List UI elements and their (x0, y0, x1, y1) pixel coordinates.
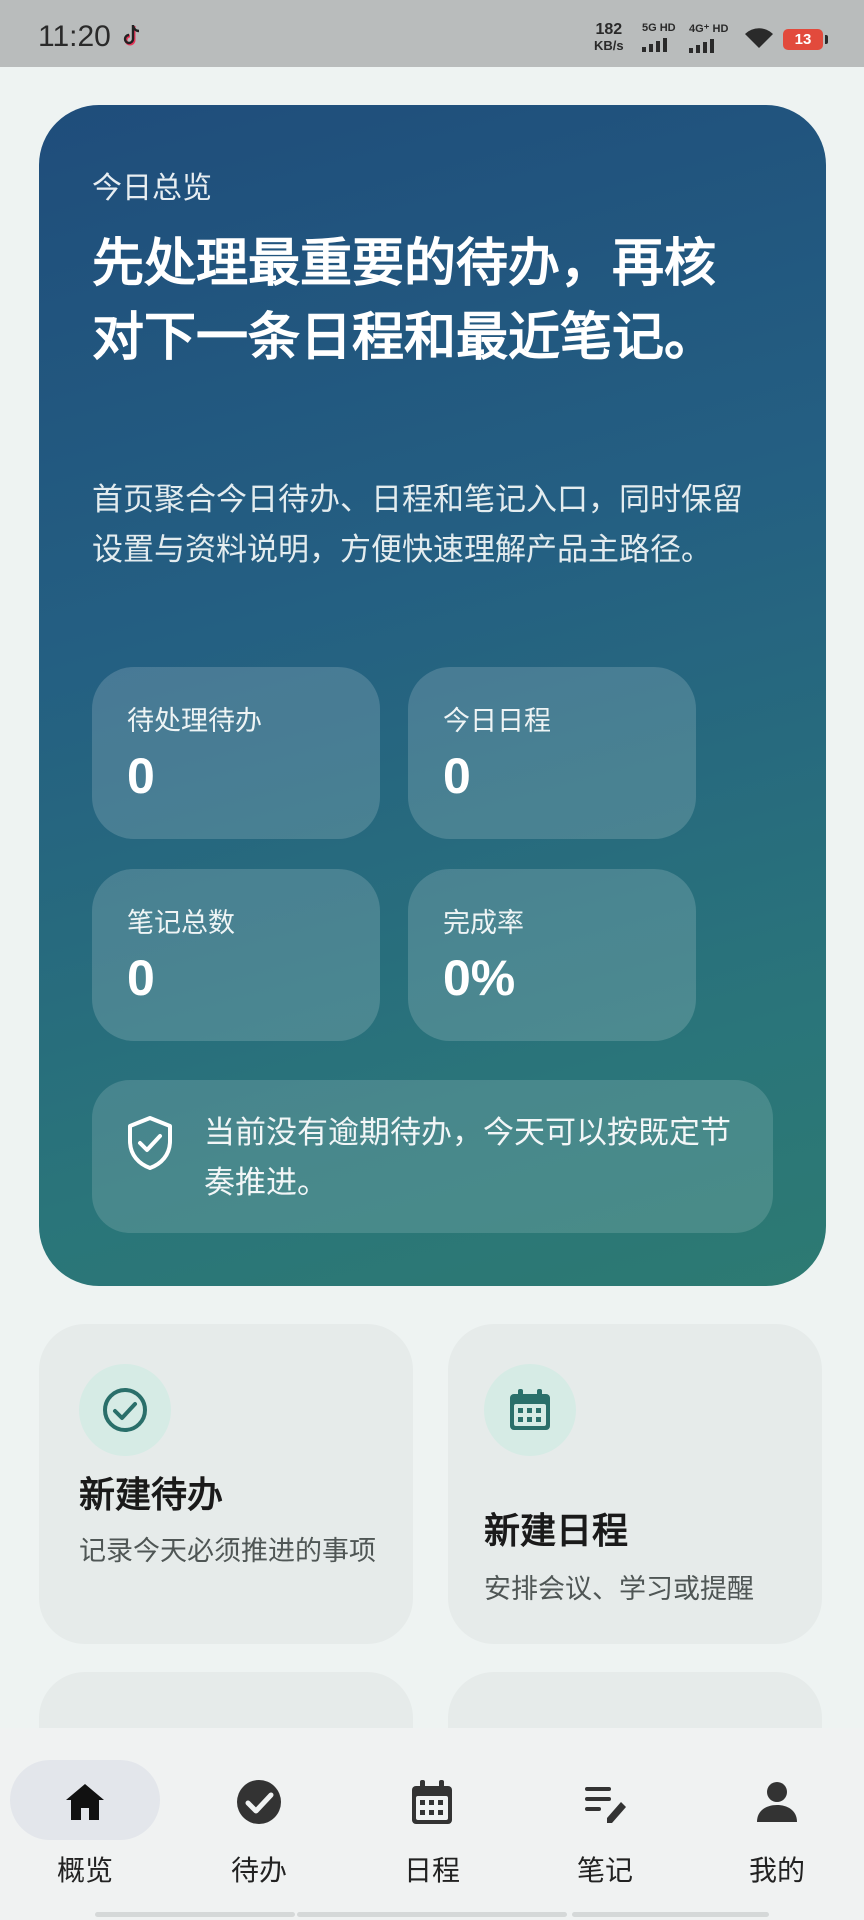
signal-bars-icon (642, 38, 676, 52)
nav-label: 我的 (748, 1854, 805, 1887)
battery-indicator: 13 (783, 29, 828, 50)
net-speed-unit: KB/s (594, 38, 624, 53)
notice-text: 当前没有逾期待办，今天可以按既定节奏推进。 (204, 1115, 731, 1201)
action-icon-wrap (484, 1364, 576, 1456)
wifi-icon (745, 28, 773, 48)
gesture-bar (95, 1912, 295, 1917)
stat-value: 0 (443, 748, 471, 804)
action-title: 新建日程 (484, 1511, 629, 1552)
bottom-navigation: 概览 待办 日程 笔记 我的 (0, 1728, 864, 1920)
nav-label: 日程 (403, 1854, 460, 1887)
person-icon (757, 1782, 797, 1822)
action-description: 记录今天必须推进的事项 (79, 1536, 376, 1567)
gesture-bar (572, 1912, 769, 1917)
stat-today-schedule[interactable]: 今日日程 0 (408, 667, 696, 839)
new-schedule-card[interactable]: 新建日程 安排会议、学习或提醒 (448, 1324, 822, 1644)
signal-bars-icon (689, 39, 728, 53)
stat-label: 今日日程 (443, 706, 551, 737)
shield-check-icon (128, 1116, 172, 1170)
stat-label: 笔记总数 (127, 908, 235, 939)
sim1-signal: 5G HD (642, 22, 676, 52)
check-icon (237, 1780, 281, 1824)
calendar-icon (510, 1389, 550, 1430)
nav-label: 笔记 (576, 1854, 633, 1887)
net-speed-value: 182 (595, 21, 623, 38)
status-bar: 11:20 182 KB/s 5G HD 4G⁺ HD 13 (0, 0, 864, 67)
status-time: 11:20 (38, 20, 111, 53)
nav-item-notes[interactable]: 笔记 (535, 1728, 675, 1887)
sim1-label: 5G HD (642, 22, 676, 34)
stat-value: 0 (127, 950, 155, 1006)
notes-icon (585, 1787, 626, 1823)
nav-item-overview[interactable]: 概览 (10, 1728, 160, 1887)
overview-title: 先处理最重要的待办，再核对下一条日程和最近笔记。 (92, 234, 717, 368)
tiktok-icon (123, 25, 140, 46)
stat-pending-todos[interactable]: 待处理待办 0 (92, 667, 380, 839)
overview-card: 今日总览 先处理最重要的待办，再核对下一条日程和最近笔记。 首页聚合今日待办、日… (39, 105, 826, 1286)
overview-description: 首页聚合今日待办、日程和笔记入口，同时保留设置与资料说明，方便快速理解产品主路径… (92, 482, 743, 568)
action-icon-wrap (79, 1364, 171, 1456)
nav-item-schedule[interactable]: 日程 (362, 1728, 502, 1887)
stat-label: 完成率 (443, 908, 524, 939)
calendar-icon (412, 1780, 452, 1824)
check-circle-icon (103, 1388, 147, 1432)
card-partial (39, 1672, 413, 1732)
nav-item-todo[interactable]: 待办 (189, 1728, 329, 1887)
new-todo-card[interactable]: 新建待办 记录今天必须推进的事项 (39, 1324, 413, 1644)
overview-eyebrow: 今日总览 (92, 171, 212, 206)
stat-label: 待处理待办 (127, 706, 262, 737)
action-description: 安排会议、学习或提醒 (484, 1574, 754, 1605)
stat-value: 0 (127, 748, 155, 804)
stat-notes-total[interactable]: 笔记总数 0 (92, 869, 380, 1041)
gesture-bar (297, 1912, 567, 1917)
card-partial (448, 1672, 822, 1732)
nav-label: 待办 (230, 1854, 287, 1887)
sim2-label: 4G⁺ HD (689, 23, 729, 35)
stat-completion-rate[interactable]: 完成率 0% (408, 869, 696, 1041)
net-speed: 182 KB/s (594, 22, 624, 54)
nav-item-profile[interactable]: 我的 (707, 1728, 847, 1887)
home-icon (66, 1784, 104, 1820)
overdue-notice: 当前没有逾期待办，今天可以按既定节奏推进。 (92, 1080, 773, 1233)
action-title: 新建待办 (79, 1475, 224, 1516)
sim2-signal: 4G⁺ HD (689, 22, 728, 53)
stat-value: 0% (443, 950, 516, 1006)
nav-label: 概览 (56, 1854, 113, 1887)
